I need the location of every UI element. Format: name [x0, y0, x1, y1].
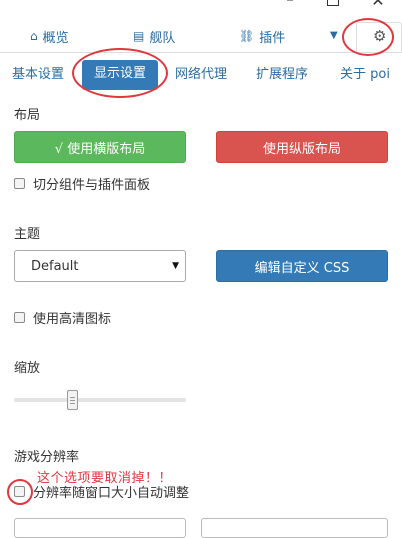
- resolution-width-input[interactable]: [14, 518, 186, 538]
- window-maximize-button[interactable]: [327, 0, 339, 6]
- theme-select-value: Default: [31, 258, 79, 274]
- sitemap-icon: ⛓: [239, 29, 255, 43]
- layout-heading: 布局: [14, 108, 41, 123]
- annotation-circle-settings: [342, 18, 394, 56]
- theme-select[interactable]: Default ▼: [14, 250, 186, 282]
- nav-divider: [0, 52, 402, 53]
- resolution-heading: 游戏分辨率: [14, 450, 80, 465]
- subtab-basic[interactable]: 基本设置: [12, 64, 64, 86]
- subtab-proxy[interactable]: 网络代理: [175, 64, 227, 86]
- subtab-extensions[interactable]: 扩展程序: [256, 64, 308, 86]
- nav-tab-overview[interactable]: ⌂ 概览: [30, 25, 69, 47]
- vertical-layout-button[interactable]: 使用纵版布局: [216, 131, 388, 163]
- zoom-heading: 缩放: [14, 361, 41, 376]
- horizontal-layout-button-label: √ 使用横版布局: [54, 141, 146, 157]
- annotation-circle-display-tab: [72, 48, 168, 98]
- vertical-layout-button-label: 使用纵版布局: [262, 141, 341, 157]
- caret-down-icon: ▼: [330, 30, 338, 41]
- nav-tab-plugins[interactable]: ⛓ 插件: [239, 25, 285, 47]
- window-minimize-button[interactable]: –: [282, 0, 298, 8]
- auto-resolution-label: 分辨率随窗口大小自动调整: [33, 486, 190, 501]
- resolution-height-input[interactable]: [201, 518, 388, 538]
- caret-down-icon: ▼: [172, 261, 179, 271]
- nav-tab-plugins-label: 插件: [259, 30, 286, 46]
- hd-icons-option[interactable]: 使用高清图标: [14, 308, 111, 327]
- slider-grip-icon: [70, 397, 75, 404]
- close-icon: ✕: [371, 0, 385, 10]
- window-close-button[interactable]: ✕: [370, 0, 386, 10]
- edit-css-button[interactable]: 编辑自定义 CSS: [216, 250, 388, 282]
- zoom-slider[interactable]: [14, 390, 186, 410]
- zoom-slider-track: [14, 398, 186, 402]
- hd-icons-label: 使用高清图标: [33, 312, 112, 327]
- nav-tab-fleet-label: 舰队: [149, 30, 176, 46]
- subtab-about[interactable]: 关于 poi: [340, 64, 390, 86]
- nav-tab-overview-label: 概览: [42, 30, 69, 46]
- edit-css-button-label: 编辑自定义 CSS: [254, 260, 350, 276]
- split-panel-label: 切分组件与插件面板: [33, 178, 151, 193]
- list-icon: ▤: [133, 29, 145, 43]
- split-panel-checkbox[interactable]: [14, 178, 25, 189]
- horizontal-layout-button[interactable]: √ 使用横版布局: [14, 131, 186, 163]
- nav-dropdown-toggle[interactable]: ▼: [330, 30, 342, 42]
- home-icon: ⌂: [30, 29, 38, 43]
- nav-tab-fleet[interactable]: ▤ 舰队: [133, 25, 175, 47]
- zoom-slider-thumb[interactable]: [67, 390, 78, 410]
- auto-resolution-option[interactable]: 分辨率随窗口大小自动调整: [14, 482, 189, 501]
- theme-heading: 主题: [14, 227, 41, 242]
- hd-icons-checkbox[interactable]: [14, 312, 25, 323]
- minimize-icon: –: [286, 0, 294, 8]
- split-panel-option[interactable]: 切分组件与插件面板: [14, 174, 150, 193]
- annotation-circle-checkbox: [7, 479, 33, 505]
